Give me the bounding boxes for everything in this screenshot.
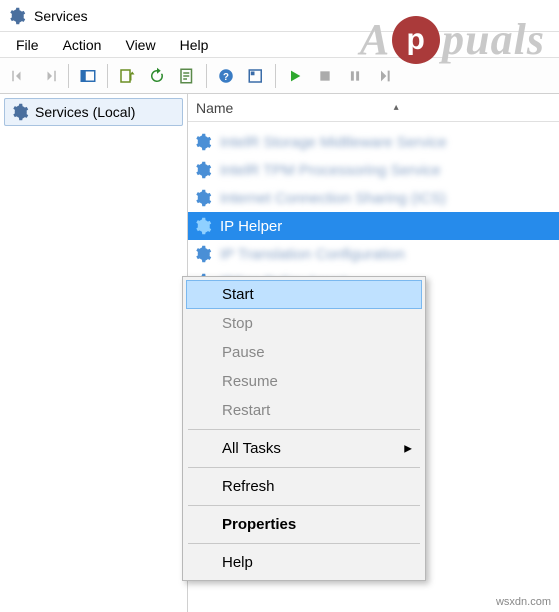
tree-item-label: Services (Local) xyxy=(35,104,135,120)
service-icon xyxy=(194,245,212,263)
toolbar-separator xyxy=(68,64,69,88)
toolbar: ? xyxy=(0,58,559,94)
service-name: IntelR Storage Midtleware Service xyxy=(220,134,447,151)
context-separator xyxy=(188,467,420,468)
context-properties[interactable]: Properties xyxy=(186,510,422,539)
back-button[interactable] xyxy=(5,62,33,90)
list-item[interactable]: Internet Connection Sharing (ICS) xyxy=(188,184,559,212)
context-start[interactable]: Start xyxy=(186,280,422,309)
list-item[interactable]: IP Translation Configuration xyxy=(188,240,559,268)
stop-service-button[interactable] xyxy=(311,62,339,90)
list-item[interactable]: IntelR TPM Processoring Service xyxy=(188,156,559,184)
service-name: IP Helper xyxy=(220,218,282,235)
pause-service-button[interactable] xyxy=(341,62,369,90)
source-watermark: wsxdn.com xyxy=(496,596,551,608)
tree-services-local[interactable]: Services (Local) xyxy=(4,98,183,126)
refresh-button[interactable] xyxy=(143,62,171,90)
menu-bar: File Action View Help xyxy=(0,32,559,58)
context-all-tasks-label: All Tasks xyxy=(222,440,281,457)
context-resume[interactable]: Resume xyxy=(186,367,422,396)
sort-indicator-icon: ▴ xyxy=(233,102,559,113)
toolbar-separator xyxy=(275,64,276,88)
services-icon xyxy=(11,103,29,121)
column-header-name[interactable]: Name ▴ xyxy=(188,94,559,122)
context-stop[interactable]: Stop xyxy=(186,309,422,338)
service-icon xyxy=(194,161,212,179)
services-icon xyxy=(8,7,26,25)
list-item[interactable]: IntelR Storage Midtleware Service xyxy=(188,128,559,156)
forward-button[interactable] xyxy=(35,62,63,90)
context-refresh[interactable]: Refresh xyxy=(186,472,422,501)
context-all-tasks[interactable]: All Tasks ▶ xyxy=(186,434,422,463)
toolbar-action-button[interactable] xyxy=(242,62,270,90)
window-title: Services xyxy=(34,8,88,24)
menu-help[interactable]: Help xyxy=(168,35,221,55)
toolbar-separator xyxy=(107,64,108,88)
service-name: IntelR TPM Processoring Service xyxy=(220,162,441,179)
service-name: Internet Connection Sharing (ICS) xyxy=(220,190,446,207)
context-separator xyxy=(188,543,420,544)
toolbar-separator xyxy=(206,64,207,88)
restart-service-button[interactable] xyxy=(371,62,399,90)
show-hide-tree-button[interactable] xyxy=(74,62,102,90)
svg-text:?: ? xyxy=(223,71,229,82)
list-item-selected[interactable]: IP Helper xyxy=(188,212,559,240)
menu-file[interactable]: File xyxy=(4,35,51,55)
properties-button[interactable] xyxy=(173,62,201,90)
menu-action[interactable]: Action xyxy=(51,35,114,55)
context-menu: Start Stop Pause Resume Restart All Task… xyxy=(182,276,426,581)
menu-view[interactable]: View xyxy=(113,35,167,55)
start-service-button[interactable] xyxy=(281,62,309,90)
service-name: IP Translation Configuration xyxy=(220,246,405,263)
column-label: Name xyxy=(196,100,233,116)
service-icon xyxy=(194,133,212,151)
tree-panel: Services (Local) xyxy=(0,94,188,612)
export-list-button[interactable] xyxy=(113,62,141,90)
help-button[interactable]: ? xyxy=(212,62,240,90)
context-pause[interactable]: Pause xyxy=(186,338,422,367)
service-icon xyxy=(194,217,212,235)
context-separator xyxy=(188,429,420,430)
title-bar: Services xyxy=(0,0,559,32)
context-separator xyxy=(188,505,420,506)
service-icon xyxy=(194,189,212,207)
context-restart[interactable]: Restart xyxy=(186,396,422,425)
context-help[interactable]: Help xyxy=(186,548,422,577)
submenu-arrow-icon: ▶ xyxy=(404,443,412,454)
